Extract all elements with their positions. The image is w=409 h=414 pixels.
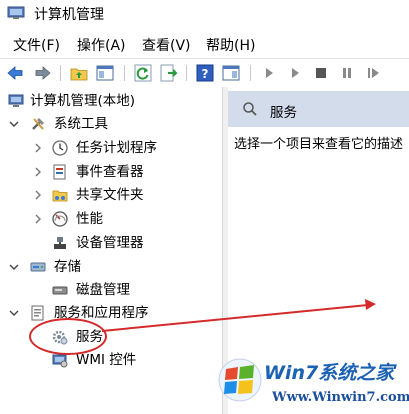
tree-item-event-viewer[interactable]: 事件查看器 xyxy=(0,161,222,183)
chevron-right-icon[interactable] xyxy=(33,214,43,224)
tree-item-performance[interactable]: 性能 xyxy=(0,208,222,230)
properties-pane-icon[interactable] xyxy=(222,64,240,82)
tree-label: 事件查看器 xyxy=(76,164,144,180)
menu-action[interactable]: 操作(A) xyxy=(76,35,127,55)
restart-service-icon[interactable] xyxy=(364,64,382,82)
tree-label: 磁盘管理 xyxy=(76,282,130,298)
panel-description: 选择一个项目来查看它的描述 xyxy=(234,137,404,152)
tree-item-disk-management[interactable]: 磁盘管理 xyxy=(0,279,222,301)
search-icon xyxy=(243,102,257,116)
tree-label: 设备管理器 xyxy=(76,235,144,251)
tree-label: 任务计划程序 xyxy=(76,140,157,156)
toolbar-separator xyxy=(124,65,125,81)
watermark-url: Www.Winwin7.com xyxy=(272,390,409,405)
svg-text:?: ? xyxy=(202,67,209,81)
export-list-icon[interactable] xyxy=(160,64,178,82)
tools-icon xyxy=(32,118,44,130)
stop-service-icon[interactable] xyxy=(312,64,330,82)
title-bar: 计算机管理 xyxy=(0,0,409,26)
up-folder-icon[interactable] xyxy=(70,64,88,82)
tree-item-storage[interactable]: 存储 xyxy=(0,256,222,278)
pause-service-icon[interactable] xyxy=(338,64,356,82)
toolbar-separator xyxy=(186,65,187,81)
device-manager-icon xyxy=(54,237,66,249)
chevron-down-icon[interactable] xyxy=(9,262,19,272)
tree-label: 性能 xyxy=(76,211,103,227)
toolbar-separator xyxy=(60,65,61,81)
help-icon[interactable]: ? xyxy=(196,64,214,82)
start-service-alt-icon[interactable] xyxy=(286,64,304,82)
chevron-down-icon[interactable] xyxy=(9,119,19,129)
toolbar-separator xyxy=(250,65,251,81)
forward-arrow-icon[interactable] xyxy=(34,64,52,82)
menu-bar: 文件(F) 操作(A) 查看(V) 帮助(H) xyxy=(0,34,409,56)
shared-folder-icon xyxy=(52,190,68,202)
chevron-down-icon[interactable] xyxy=(9,308,19,318)
start-service-icon[interactable] xyxy=(260,64,278,82)
menu-file[interactable]: 文件(F) xyxy=(12,35,61,55)
panel-header: 服务 xyxy=(228,91,409,127)
services-and-apps-icon xyxy=(31,305,44,321)
annotation-circle xyxy=(29,318,107,355)
chevron-right-icon[interactable] xyxy=(33,167,43,177)
computer-management-icon xyxy=(8,94,24,107)
toolbar: ? xyxy=(0,58,409,88)
tree-item-task-scheduler[interactable]: 任务计划程序 xyxy=(0,137,222,159)
tree-item-shared-folders[interactable]: 共享文件夹 xyxy=(0,184,222,206)
tree-item-root[interactable]: 计算机管理(本地) xyxy=(0,90,222,112)
storage-icon xyxy=(30,262,46,272)
chevron-right-icon[interactable] xyxy=(33,143,43,153)
tree-label: 共享文件夹 xyxy=(76,187,144,203)
window-title: 计算机管理 xyxy=(34,7,104,23)
windows-logo-icon xyxy=(218,358,262,402)
panel-title: 服务 xyxy=(270,105,297,121)
chevron-right-icon[interactable] xyxy=(33,190,43,200)
show-hide-tree-icon[interactable] xyxy=(96,64,114,82)
tree-item-services-and-apps[interactable]: 服务和应用程序 xyxy=(0,302,222,324)
clock-icon xyxy=(52,140,68,156)
tree-label: 存储 xyxy=(54,259,81,275)
disk-icon xyxy=(52,286,68,295)
tree-item-device-manager[interactable]: 设备管理器 xyxy=(0,232,222,254)
refresh-icon[interactable] xyxy=(134,64,152,82)
tree-label: 系统工具 xyxy=(54,116,108,132)
navigation-tree: 计算机管理(本地) 系统工具 任务计划程序 事件查看器 共享文件夹 性能 设备管… xyxy=(0,87,222,414)
watermark-brand: Win7系统之家 xyxy=(264,362,395,384)
menu-view[interactable]: 查看(V) xyxy=(141,35,192,55)
menu-help[interactable]: 帮助(H) xyxy=(205,35,256,55)
back-arrow-icon[interactable] xyxy=(6,64,24,82)
computer-management-icon xyxy=(7,6,25,19)
event-viewer-icon xyxy=(53,164,66,180)
tree-item-wmi-control[interactable]: WMI 控件 xyxy=(0,349,222,371)
tree-item-system-tools[interactable]: 系统工具 xyxy=(0,113,222,135)
tree-label: 计算机管理(本地) xyxy=(30,93,136,109)
watermark: Win7系统之家 Www.Winwin7.com xyxy=(216,352,409,414)
performance-gauge-icon xyxy=(52,211,68,227)
